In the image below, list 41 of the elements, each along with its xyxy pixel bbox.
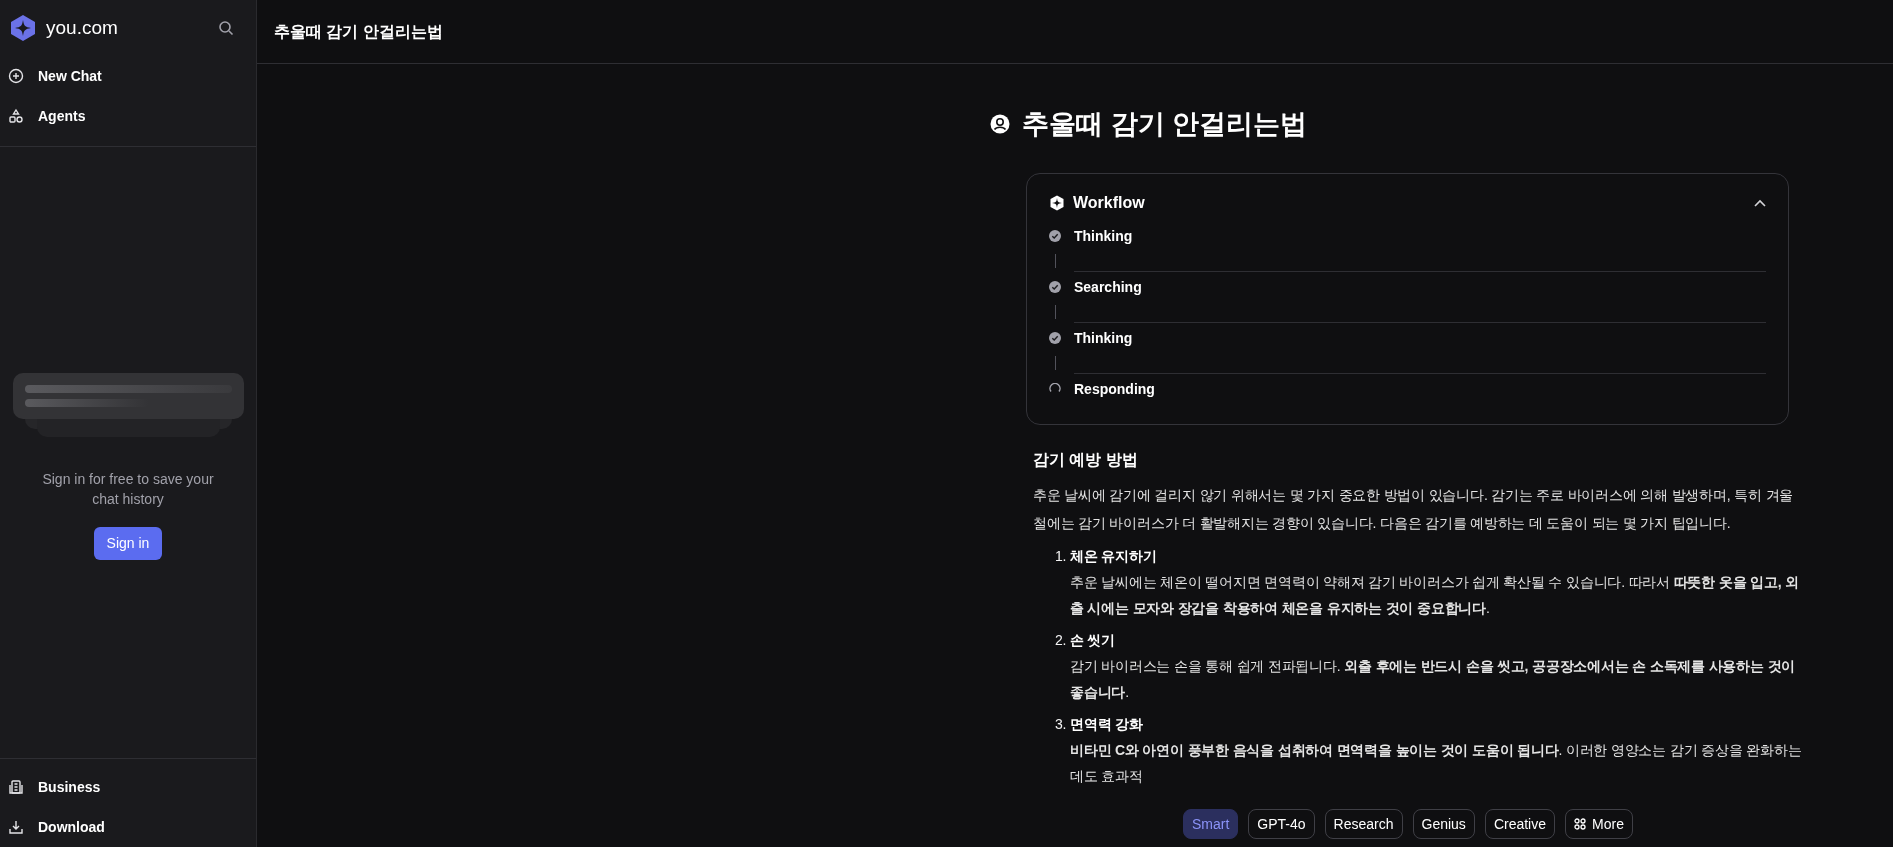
sidebar-item[interactable]: Agents [0,96,256,136]
mode-tab[interactable]: Smart [1183,809,1239,839]
tip-text: 추운 날씨에는 체온이 떨어지면 면역력이 약해져 감기 바이러스가 쉽게 확산될 수 있습니다. 따라서 따뜻한 옷을 입고, 외출 시에는 모자와 장갑을 착용하여 체온을 유지하는 것이 중요합니다. [1070,572,1800,618]
chat-title: 추울때 감기 안걸리는법 [274,21,443,42]
grid-icon [1574,818,1586,830]
mode-tab[interactable]: Genius [1412,809,1475,839]
list-number: 1. [1055,546,1067,566]
tip-title: 체온 유지하기 [1070,546,1158,566]
workflow-title: Workflow [1073,192,1145,213]
signin-prompt: Sign in for free to save your chat history [41,470,215,509]
signin-button[interactable]: Sign in [93,527,163,560]
answer-paragraph: 추운 날씨에 감기에 걸리지 않기 위해서는 몇 가지 중요한 방법이 있습니다. 감기는 주로 바이러스에 의해 발생하며, 특히 겨울철에는 감기 바이러스가 더 활발해지는 경향이 있습니다. 다음은 감기를 예방하는 데 도움이 되는 몇 가지 팁입니다. [1033,485,1795,533]
sidebar-item[interactable]: Download [0,807,256,847]
workflow-step: Responding [1074,373,1766,416]
building-icon [8,779,24,795]
tip-text: 비타민 C와 아연이 풍부한 음식을 섭취하여 면역력을 높이는 것이 도움이 됩니다. 이러한 영양소는 감기 증상을 완화하는 데도 효과적 [1070,740,1803,786]
tip-title: 면역력 강화 [1070,714,1144,734]
workflow-icon [1049,194,1065,211]
brand-name: you.com [46,15,118,40]
tip-title: 손 씻기 [1070,630,1117,650]
mode-tab[interactable]: More [1565,809,1633,839]
mode-tab[interactable]: Creative [1484,809,1555,839]
mode-tab[interactable]: Research [1324,809,1403,839]
workflow-step: Searching [1074,271,1766,314]
list-number: 2. [1055,630,1067,650]
logo-icon [9,14,37,42]
chevron-icon[interactable] [1754,198,1766,207]
download-icon [8,819,24,835]
sidebar-item[interactable]: New Chat [0,56,256,96]
query-title: 추울때 감기 안걸리는법 [1022,108,1307,141]
workflow-step: Thinking [1074,220,1766,263]
mode-tab[interactable]: GPT-4o [1248,809,1315,839]
tip-text: 감기 바이러스는 손을 통해 쉽게 전파됩니다. 외출 후에는 반드시 손을 씻고, 공공장소에서는 손 소독제를 사용하는 것이 좋습니다. [1070,656,1797,702]
answer-heading: 감기 예방 방법 [1033,449,1139,470]
list-number: 3. [1055,714,1067,734]
sidebar-item[interactable]: Business [0,767,256,807]
plus-circle-icon [8,68,24,84]
user-icon [990,114,1010,135]
search-icon[interactable] [218,20,234,36]
workflow-step: Thinking [1074,322,1766,365]
shapes-icon [8,108,24,124]
